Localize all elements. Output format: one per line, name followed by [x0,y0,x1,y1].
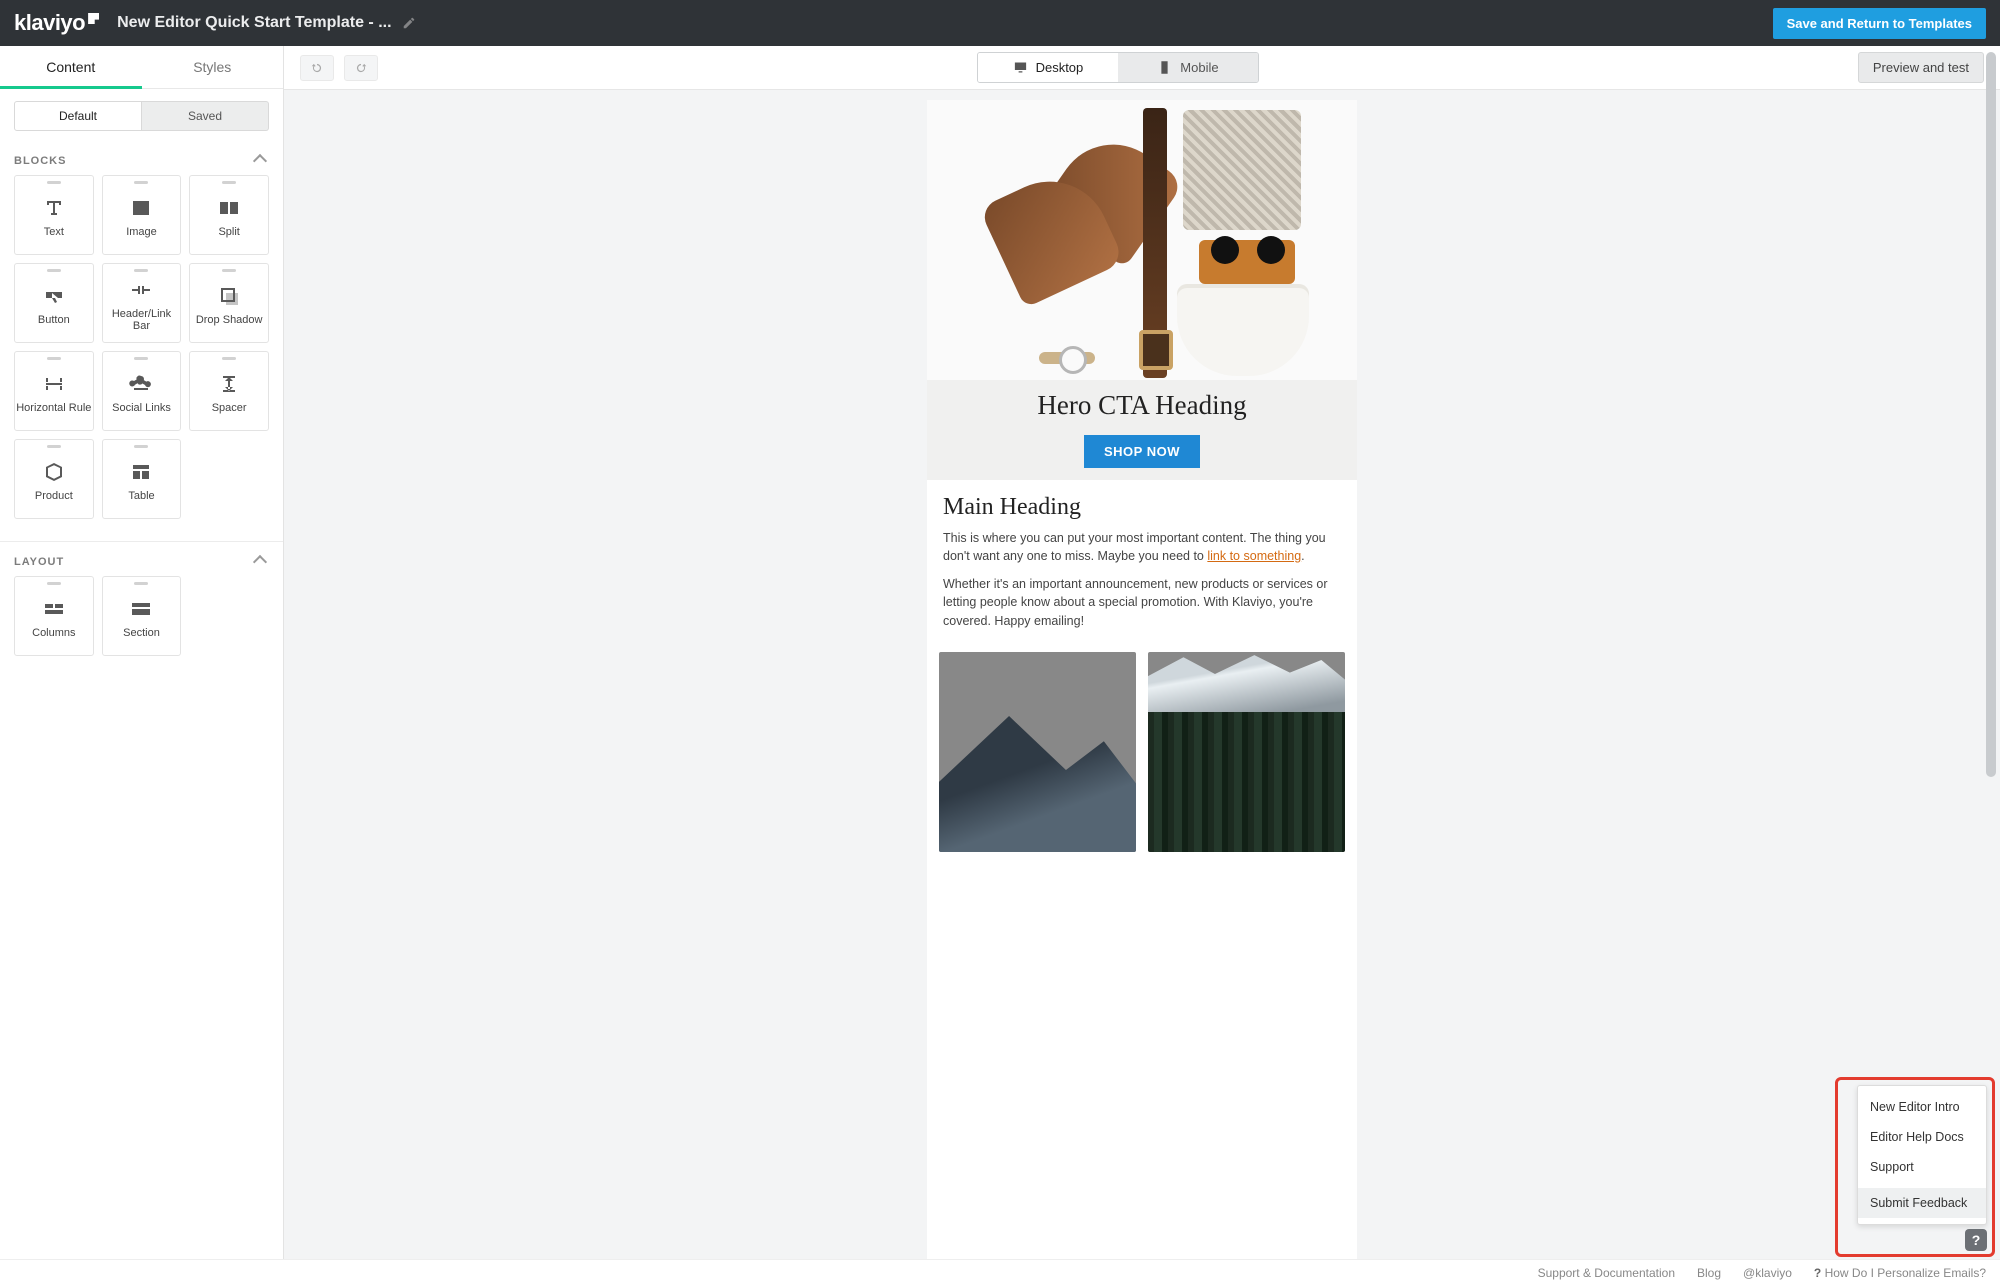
chevron-up-icon [253,154,267,168]
product-icon [42,460,66,484]
split-icon [217,196,241,220]
main-heading: Main Heading [943,494,1341,521]
scrollbar-thumb[interactable] [1986,52,1996,777]
save-return-button[interactable]: Save and Return to Templates [1773,8,1986,39]
tab-content[interactable]: Content [0,46,142,88]
image-icon [129,196,153,220]
text-block[interactable]: Main Heading This is where you can put y… [927,480,1357,648]
title-area: New Editor Quick Start Template - ... [117,14,415,32]
tab-styles[interactable]: Styles [142,46,284,88]
block-image[interactable]: Image [102,175,182,255]
block-spacer[interactable]: Spacer [189,351,269,431]
columns-icon [42,597,66,621]
blocks-section: Blocks Text Image Split Button [0,141,283,535]
help-new-editor-intro[interactable]: New Editor Intro [1858,1092,1986,1122]
layout-columns[interactable]: Columns [14,576,94,656]
block-split[interactable]: Split [189,175,269,255]
hero-block[interactable]: Hero CTA Heading SHOP NOW [927,100,1357,480]
device-toggle: Desktop Mobile [977,52,1259,83]
block-header-link-bar[interactable]: Header/Link Bar [102,263,182,343]
blocks-subtabs: Default Saved [0,89,283,141]
vertical-scrollbar[interactable] [1984,48,1998,1257]
blocks-section-head[interactable]: Blocks [14,147,269,175]
help-button[interactable]: ? [1965,1229,1987,1251]
logo[interactable]: klaviyo [14,10,99,36]
spacer-icon [217,372,241,396]
template-title: New Editor Quick Start Template - ... [117,14,391,32]
sidebar: Content Styles Default Saved Blocks Text… [0,46,284,1259]
main: Desktop Mobile Preview and test [284,46,2000,1259]
device-desktop[interactable]: Desktop [978,53,1118,82]
button-icon [42,284,66,308]
device-mobile[interactable]: Mobile [1118,53,1258,82]
table-icon [129,460,153,484]
section-icon [129,597,153,621]
canvas[interactable]: Hero CTA Heading SHOP NOW Main Heading T… [284,90,2000,1259]
block-table[interactable]: Table [102,439,182,519]
paragraph-1: This is where you can put your most impo… [943,529,1341,565]
block-product[interactable]: Product [14,439,94,519]
subtab-default[interactable]: Default [14,101,142,131]
redo-button[interactable] [344,55,378,81]
header-link-bar-icon [129,278,153,302]
preview-test-button[interactable]: Preview and test [1858,52,1984,83]
topbar: klaviyo New Editor Quick Start Template … [0,0,2000,46]
inline-link[interactable]: link to something [1207,549,1301,563]
two-column-images[interactable] [927,648,1357,852]
help-submit-feedback[interactable]: Submit Feedback [1858,1188,1986,1218]
pencil-icon[interactable] [402,16,416,30]
help-support[interactable]: Support [1858,1152,1986,1182]
image-left [939,652,1136,852]
paragraph-2: Whether it's an important announcement, … [943,575,1341,629]
footer-question[interactable]: How Do I Personalize Emails? [1814,1266,1986,1280]
chevron-up-icon [253,555,267,569]
footer-bar: Support & Documentation Blog @klaviyo Ho… [0,1259,2000,1285]
block-horizontal-rule[interactable]: Horizontal Rule [14,351,94,431]
layout-section-head[interactable]: Layout [14,548,269,576]
layout-section[interactable]: Section [102,576,182,656]
text-icon [42,196,66,220]
desktop-icon [1013,60,1028,75]
footer-link-docs[interactable]: Support & Documentation [1538,1266,1675,1280]
block-text[interactable]: Text [14,175,94,255]
drop-shadow-icon [217,284,241,308]
block-button[interactable]: Button [14,263,94,343]
hero-image [927,100,1357,380]
block-social-links[interactable]: Social Links [102,351,182,431]
footer-link-twitter[interactable]: @klaviyo [1743,1266,1792,1280]
sidebar-tabs: Content Styles [0,46,283,89]
horizontal-rule-icon [42,372,66,396]
social-links-icon [129,372,153,396]
logo-text: klaviyo [14,10,85,35]
subtab-saved[interactable]: Saved [142,101,269,131]
email-preview[interactable]: Hero CTA Heading SHOP NOW Main Heading T… [927,100,1357,1259]
layout-section: Layout Columns Section [0,542,283,672]
footer-link-blog[interactable]: Blog [1697,1266,1721,1280]
help-editor-docs[interactable]: Editor Help Docs [1858,1122,1986,1152]
help-menu: New Editor Intro Editor Help Docs Suppor… [1857,1085,1987,1225]
block-drop-shadow[interactable]: Drop Shadow [189,263,269,343]
logo-mark-icon [88,13,99,24]
undo-button[interactable] [300,55,334,81]
mobile-icon [1157,60,1172,75]
blocks-section-label: Blocks [14,155,66,167]
image-right [1148,652,1345,852]
layout-section-label: Layout [14,556,64,568]
hero-heading: Hero CTA Heading [927,390,1357,421]
toolbar: Desktop Mobile Preview and test [284,46,2000,90]
cta-button[interactable]: SHOP NOW [1084,435,1200,468]
